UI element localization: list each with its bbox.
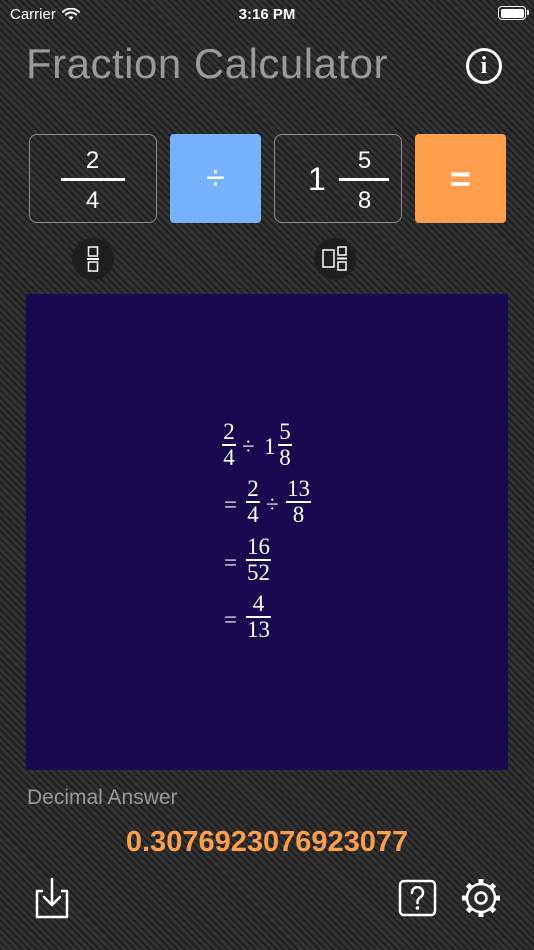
step2-operator: ÷ [266, 492, 279, 517]
settings-button[interactable] [459, 876, 503, 920]
step2-fraction-b: 13 8 [286, 476, 311, 527]
step2-fraction-a: 2 4 [246, 476, 260, 527]
step1-fraction-a: 2 4 [222, 419, 236, 470]
step4-fraction: 4 13 [246, 591, 271, 642]
step3-fraction: 16 52 [246, 534, 271, 585]
info-button[interactable]: i [466, 48, 502, 84]
step3-equals: = [224, 550, 237, 575]
second-fraction-input[interactable]: 1 5 8 [274, 134, 402, 223]
battery-icon [498, 6, 529, 20]
step1-whole: 1 [264, 434, 276, 459]
fraction-mode-icon [87, 246, 99, 272]
export-icon [35, 877, 69, 919]
equals-label: = [449, 157, 472, 199]
info-icon: i [480, 52, 488, 79]
divide-icon: ÷ [206, 159, 225, 197]
status-time: 3:16 PM [238, 6, 296, 23]
mixed-number-mode-icon [322, 246, 347, 271]
help-button[interactable] [396, 876, 440, 920]
first-fraction-bar [61, 178, 125, 181]
first-numerator: 2 [85, 147, 100, 174]
step1-fraction-b: 5 8 [278, 419, 292, 470]
app-title: Fraction Calculator [26, 40, 388, 87]
decimal-answer-value: 0.3076923076923077 [125, 826, 409, 858]
step4-equals: = [224, 607, 237, 632]
step1-operator: ÷ [242, 434, 255, 459]
settings-icon [462, 879, 500, 917]
second-whole: 1 [308, 161, 326, 197]
first-fraction-input[interactable]: 2 4 [29, 134, 157, 223]
equals-button[interactable]: = [415, 134, 506, 223]
operator-button[interactable]: ÷ [170, 134, 261, 223]
step2-equals: = [224, 492, 237, 517]
export-button[interactable] [30, 876, 74, 920]
first-denominator: 4 [85, 187, 100, 214]
mixed-number-mode-toggle[interactable] [314, 238, 356, 280]
second-fraction-bar [339, 178, 389, 181]
fraction-mode-toggle[interactable] [72, 238, 114, 280]
help-icon [398, 879, 437, 917]
solution-panel: 2 4 ÷ 1 5 8 = 2 4 ÷ 13 8 = 16 52 = 4 13 [26, 294, 508, 770]
second-numerator: 5 [357, 147, 372, 174]
second-denominator: 8 [357, 187, 372, 214]
status-bar: Carrier 3:16 PM [0, 0, 534, 28]
decimal-answer-label: Decimal Answer [27, 786, 178, 809]
